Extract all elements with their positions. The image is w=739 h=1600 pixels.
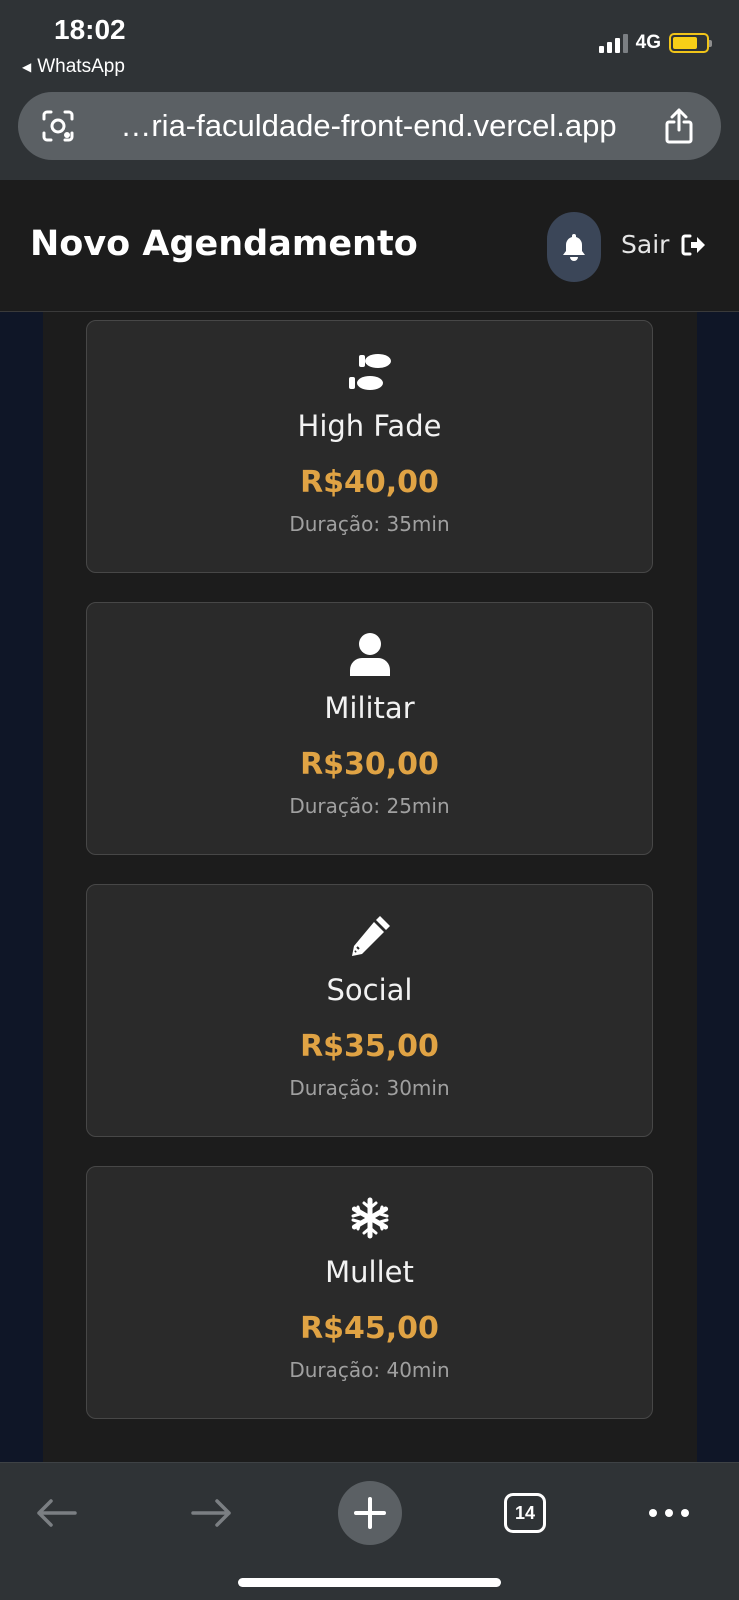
lens-icon[interactable]	[38, 106, 78, 146]
browser-chrome: 18:02 ◀ WhatsApp 4G …ria-faculdade-front…	[0, 0, 739, 180]
service-card-high-fade[interactable]: High Fade R$40,00 Duração: 35min	[86, 320, 653, 573]
user-icon	[348, 629, 392, 679]
service-duration: Duração: 30min	[289, 1076, 450, 1100]
logout-label: Sair	[621, 230, 670, 259]
service-price: R$40,00	[300, 465, 439, 500]
more-icon[interactable]	[647, 1481, 691, 1545]
new-tab-button[interactable]	[338, 1481, 402, 1545]
home-indicator	[238, 1578, 501, 1587]
service-card-militar[interactable]: Militar R$30,00 Duração: 25min	[86, 602, 653, 855]
bell-icon	[563, 234, 585, 261]
service-price: R$30,00	[300, 747, 439, 782]
notifications-button[interactable]	[547, 212, 601, 282]
plus-icon	[338, 1481, 402, 1545]
forward-arrow-icon[interactable]	[190, 1481, 234, 1545]
service-card-social[interactable]: Social R$35,00 Duração: 30min	[86, 884, 653, 1137]
service-name: Social	[326, 973, 413, 1007]
share-icon[interactable]	[659, 106, 699, 146]
network-type: 4G	[635, 32, 661, 53]
service-duration: Duração: 35min	[289, 512, 450, 536]
service-price: R$35,00	[300, 1029, 439, 1064]
service-price: R$45,00	[300, 1311, 439, 1346]
service-card-mullet[interactable]: Mullet R$45,00 Duração: 40min	[86, 1166, 653, 1419]
tab-count: 14	[504, 1493, 546, 1533]
snowflake-icon	[349, 1193, 391, 1243]
service-duration: Duração: 40min	[289, 1358, 450, 1382]
pencil-icon	[348, 911, 392, 961]
status-indicators: 4G	[598, 32, 712, 54]
battery-icon	[669, 33, 712, 53]
service-duration: Duração: 25min	[289, 794, 450, 818]
back-app-label: WhatsApp	[37, 56, 125, 77]
service-name: High Fade	[297, 409, 442, 443]
signal-icon	[598, 33, 628, 53]
shoe-prints-icon	[347, 347, 393, 397]
logout-button[interactable]: Sair	[621, 230, 707, 259]
sign-out-icon	[681, 234, 706, 255]
tabs-button[interactable]: 14	[503, 1481, 547, 1545]
address-bar[interactable]: …ria-faculdade-front-end.vercel.app	[18, 92, 721, 160]
back-to-app-link[interactable]: ◀ WhatsApp	[22, 56, 125, 78]
app-header: Novo Agendamento Sair	[0, 180, 739, 312]
back-arrow-icon[interactable]	[34, 1481, 78, 1545]
url-text[interactable]: …ria-faculdade-front-end.vercel.app	[78, 108, 659, 144]
page-title: Novo Agendamento	[30, 224, 418, 264]
back-triangle-icon: ◀	[22, 60, 32, 74]
service-name: Mullet	[325, 1255, 414, 1289]
status-time: 18:02	[54, 14, 126, 45]
service-name: Militar	[324, 691, 415, 725]
